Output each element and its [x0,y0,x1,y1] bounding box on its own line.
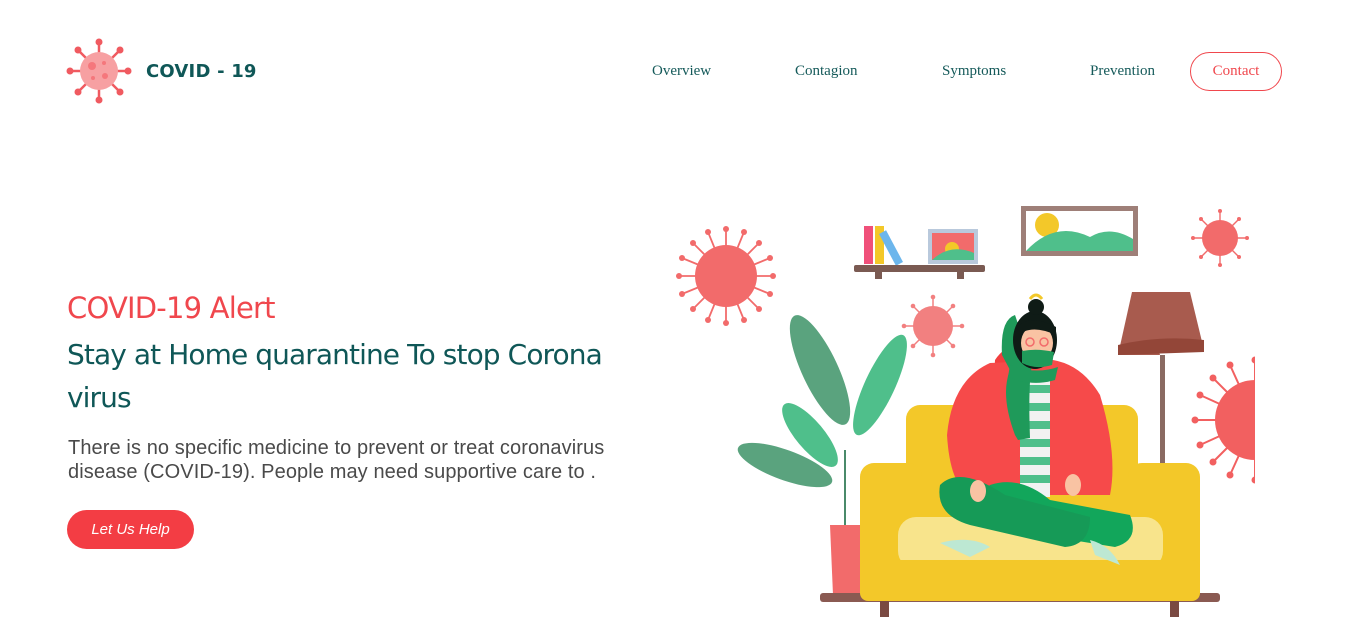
contact-button[interactable]: Contact [1190,52,1282,91]
virus-large-icon [676,226,776,326]
alert-title: COVID-19 Alert [67,291,276,325]
headline: Stay at Home quarantine To stop Corona v… [67,338,603,414]
nav-contagion[interactable]: Contagion [795,52,858,91]
virus-top-right-icon [1191,209,1249,267]
nav-symptoms[interactable]: Symptoms [942,52,1006,91]
main-nav: Overview Contagion Symptoms Prevention C… [0,52,1347,92]
quarantine-illustration [670,195,1295,617]
woman-icon [939,293,1133,565]
virus-small-icon [901,294,965,358]
nav-overview[interactable]: Overview [652,52,711,91]
wall-picture-icon [1021,206,1138,256]
let-us-help-button[interactable]: Let Us Help [67,510,194,549]
description: There is no specific medicine to prevent… [68,437,605,483]
shelf-icon [854,226,985,279]
virus-right-icon [1191,345,1295,495]
nav-prevention[interactable]: Prevention [1090,52,1155,91]
